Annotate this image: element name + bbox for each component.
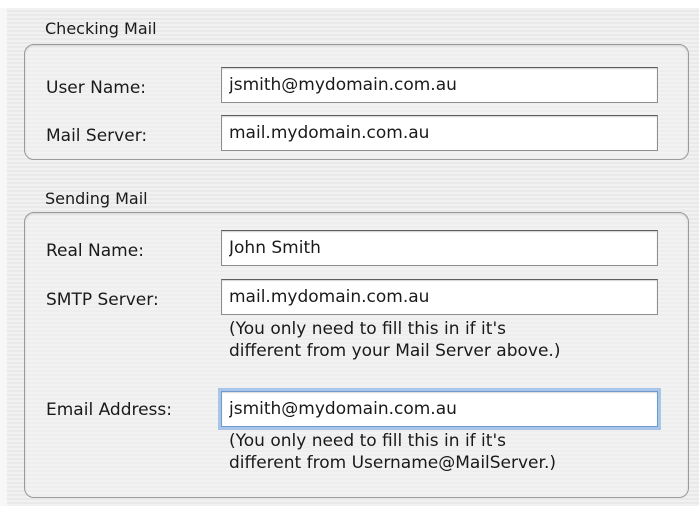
email-address-field[interactable] (221, 391, 658, 427)
smtp-server-label: SMTP Server: (46, 290, 159, 310)
user-name-label: User Name: (46, 78, 147, 98)
smtp-server-hint-line1: (You only need to fill this in if it's (229, 319, 506, 339)
mail-server-label: Mail Server: (46, 126, 148, 146)
mail-server-field[interactable] (221, 115, 658, 151)
user-name-field[interactable] (221, 67, 658, 103)
real-name-field[interactable] (221, 230, 658, 266)
smtp-server-field[interactable] (221, 279, 658, 315)
email-address-label: Email Address: (46, 400, 172, 420)
top-edge (0, 0, 699, 8)
real-name-label: Real Name: (46, 241, 144, 261)
email-address-hint-line2: different from Username@MailServer.) (229, 453, 556, 473)
left-edge (0, 8, 7, 506)
smtp-server-hint-line2: different from your Mail Server above.) (229, 341, 561, 361)
email-address-hint-line1: (You only need to fill this in if it's (229, 431, 506, 451)
checking-mail-section-title: Checking Mail (45, 19, 157, 38)
sending-mail-section-title: Sending Mail (45, 189, 148, 208)
